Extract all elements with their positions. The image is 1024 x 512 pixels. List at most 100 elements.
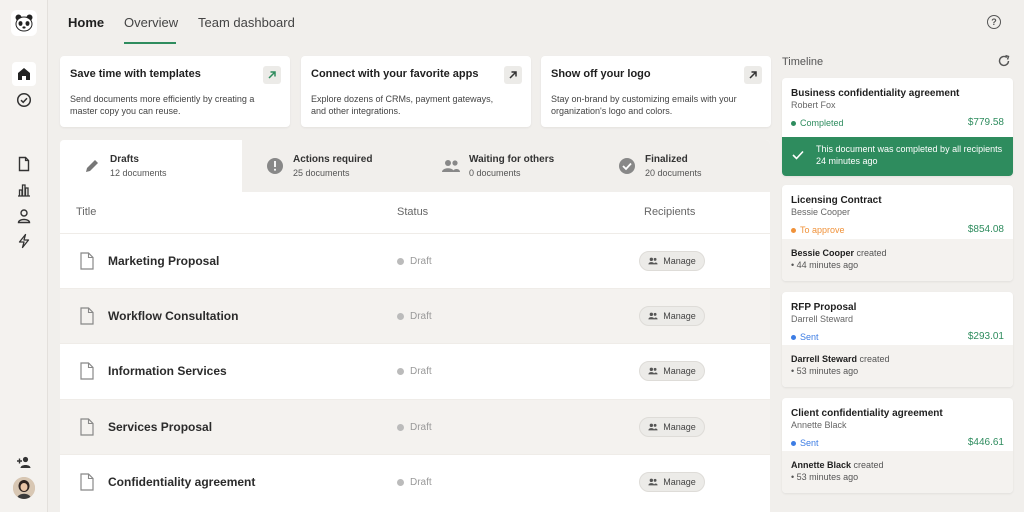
status-dot: [791, 227, 796, 233]
table-row[interactable]: Workflow Consultation Draft Manage: [60, 288, 770, 343]
manage-label: Manage: [663, 477, 696, 487]
activity-time: • 53 minutes ago: [791, 366, 859, 376]
status-label: Draft: [410, 255, 432, 267]
document-icon[interactable]: [12, 152, 36, 176]
manage-recipients-button[interactable]: Manage: [639, 417, 705, 437]
promo-description: Explore dozens of CRMs, payment gateways…: [311, 94, 494, 116]
table-row[interactable]: Information Services Draft Manage: [60, 343, 770, 398]
status-label: Draft: [410, 476, 432, 488]
activity-action: created: [856, 248, 887, 258]
status-dot: [397, 478, 404, 486]
status-label: Sent: [800, 438, 819, 448]
users-icon: [648, 312, 658, 320]
manage-recipients-button[interactable]: Manage: [639, 306, 705, 326]
filter-waiting-for-others[interactable]: Waiting for others 0 documents: [441, 140, 554, 192]
promo-title: Save time with templates: [70, 68, 201, 80]
filter-drafts[interactable]: Drafts 12 documents: [60, 140, 242, 192]
activity-actor: Darrell Steward: [791, 354, 858, 364]
promo-card-templates[interactable]: Save time with templates Send documents …: [60, 56, 290, 127]
promo-card-logo[interactable]: Show off your logo Stay on-brand by cust…: [541, 56, 771, 127]
card-title: Licensing Contract: [791, 195, 882, 206]
activity-actor: Bessie Cooper: [791, 248, 855, 258]
status-dot: [791, 440, 796, 446]
column-header-status[interactable]: Status: [397, 206, 428, 218]
status-badge: Sent: [791, 438, 819, 448]
promo-description: Stay on-brand by customizing emails with…: [551, 94, 737, 116]
refresh-icon[interactable]: [997, 54, 1011, 68]
timeline-card[interactable]: Licensing Contract Bessie Cooper To appr…: [782, 185, 1013, 281]
timeline-card[interactable]: Client confidentiality agreement Annette…: [782, 398, 1013, 493]
timeline-card[interactable]: RFP Proposal Darrell Steward Sent $293.0…: [782, 292, 1013, 387]
table-row[interactable]: Marketing Proposal Draft Manage: [60, 233, 770, 288]
check-circle-icon[interactable]: [12, 88, 36, 112]
panda-logo[interactable]: [11, 10, 37, 36]
card-amount: $293.01: [967, 331, 1004, 342]
check-circle-icon: [617, 156, 637, 176]
column-header-title[interactable]: Title: [76, 206, 96, 218]
promo-card-integrations[interactable]: Connect with your favorite apps Explore …: [301, 56, 531, 127]
tab-overview[interactable]: Overview: [124, 15, 178, 30]
status-label: To approve: [800, 225, 845, 235]
user-icon[interactable]: [12, 204, 36, 228]
card-amount: $446.61: [967, 437, 1004, 448]
document-title[interactable]: Workflow Consultation: [108, 309, 238, 323]
manage-recipients-button[interactable]: Manage: [639, 361, 705, 381]
filter-count: 0 documents: [469, 168, 521, 178]
filter-title: Waiting for others: [469, 154, 555, 165]
filter-finalized[interactable]: Finalized 20 documents: [617, 140, 702, 192]
status-badge: To approve: [791, 225, 845, 235]
users-icon: [648, 423, 658, 431]
status-dot: [397, 312, 404, 320]
card-person: Annette Black: [791, 420, 847, 430]
activity-action: created: [859, 354, 890, 364]
card-title: RFP Proposal: [791, 302, 857, 313]
completion-message: This document was completed by all recip…: [816, 144, 1003, 166]
users-icon: [441, 156, 461, 176]
tab-team-dashboard[interactable]: Team dashboard: [198, 15, 295, 30]
card-activity: Annette Black created • 53 minutes ago: [782, 451, 1013, 493]
manage-recipients-button[interactable]: Manage: [639, 472, 705, 492]
card-activity: Bessie Cooper created • 44 minutes ago: [782, 239, 1013, 281]
add-user-icon[interactable]: [12, 450, 36, 474]
card-amount: $779.58: [967, 117, 1004, 128]
status-badge: Draft: [397, 366, 432, 377]
filter-actions-required[interactable]: Actions required 25 documents: [265, 140, 372, 192]
avatar[interactable]: [13, 477, 35, 499]
manage-recipients-button[interactable]: Manage: [639, 251, 705, 271]
status-filter-bar: Drafts 12 documents Actions required 25 …: [60, 140, 770, 192]
card-person: Bessie Cooper: [791, 207, 851, 217]
promo-title: Show off your logo: [551, 68, 651, 80]
document-title[interactable]: Confidentiality agreement: [108, 475, 255, 489]
home-icon[interactable]: [12, 62, 36, 86]
status-dot: [397, 257, 404, 265]
status-label: Completed: [800, 118, 844, 128]
status-dot: [397, 367, 404, 375]
bar-chart-icon[interactable]: [12, 178, 36, 202]
arrow-up-right-icon[interactable]: [504, 66, 522, 84]
filter-title: Drafts: [110, 154, 139, 165]
sidebar: [0, 0, 48, 512]
card-title: Business confidentiality agreement: [791, 88, 960, 99]
arrow-up-right-icon[interactable]: [263, 66, 281, 84]
table-row[interactable]: Confidentiality agreement Draft Manage: [60, 454, 770, 509]
question-circle-icon[interactable]: ?: [987, 15, 1001, 29]
document-title[interactable]: Marketing Proposal: [108, 254, 219, 268]
column-header-recipients[interactable]: Recipients: [644, 206, 695, 218]
status-badge: Draft: [397, 311, 432, 322]
filter-title: Actions required: [293, 154, 373, 165]
arrow-up-right-icon[interactable]: [744, 66, 762, 84]
pencil-icon: [82, 156, 102, 176]
users-icon: [648, 367, 658, 375]
lightning-icon[interactable]: [12, 229, 36, 253]
status-label: Sent: [800, 332, 819, 342]
status-badge: Completed: [791, 118, 844, 128]
filter-count: 12 documents: [110, 168, 167, 178]
status-label: Draft: [410, 365, 432, 377]
document-title[interactable]: Services Proposal: [108, 420, 212, 434]
document-title[interactable]: Information Services: [108, 364, 227, 378]
timeline-card[interactable]: Business confidentiality agreement Rober…: [782, 78, 1013, 176]
tab-home[interactable]: Home: [68, 15, 104, 30]
table-row[interactable]: Services Proposal Draft Manage: [60, 399, 770, 454]
activity-time: • 53 minutes ago: [791, 472, 859, 482]
status-dot: [791, 120, 796, 126]
